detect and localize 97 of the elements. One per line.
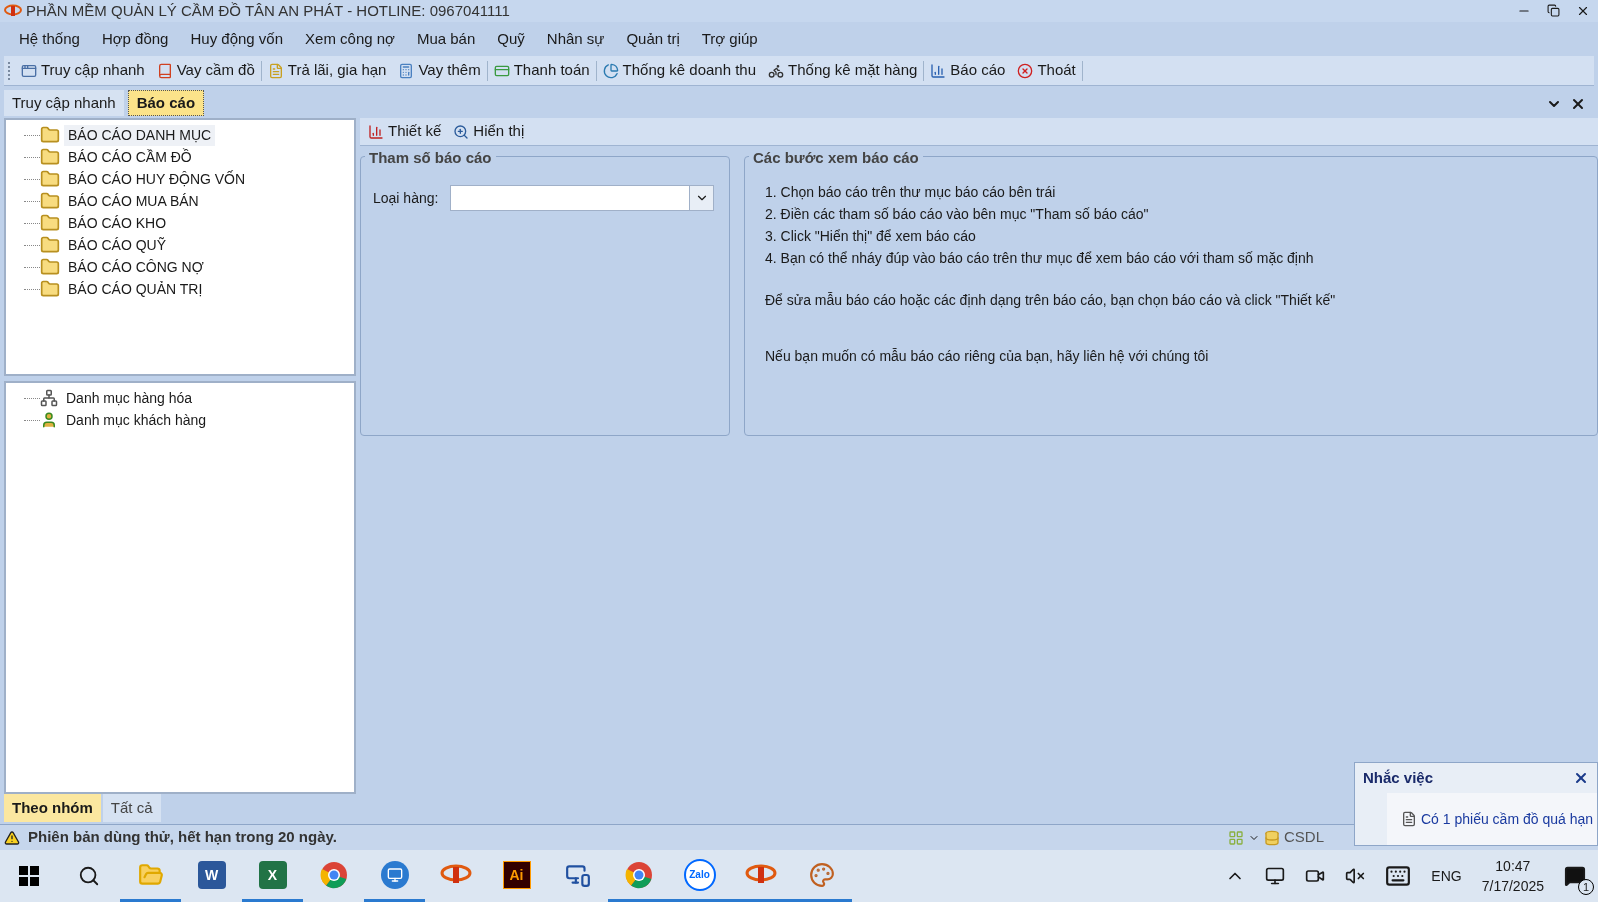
folder-icon — [40, 257, 60, 277]
tree-item[interactable]: BÁO CÁO CẦM ĐỒ — [64, 146, 196, 168]
instruction-text: 3. Click "Hiển thị" để xem báo cáo — [765, 227, 977, 246]
folder-icon — [40, 147, 60, 167]
folder-icon — [40, 125, 60, 145]
hierarchy-icon — [40, 389, 58, 407]
window-title: PHẦN MỀM QUẢN LÝ CẦM ĐỒ TÂN AN PHÁT - HOTLINE: 0967041111 — [26, 0, 510, 21]
palette-icon — [808, 861, 835, 888]
language-indicator[interactable]: ENG — [1431, 865, 1462, 887]
dropdown-field[interactable] — [450, 185, 715, 211]
toolbar-button[interactable]: Trả lãi, gia hạn — [261, 57, 393, 84]
browser-icon — [319, 860, 348, 889]
instruction-text: 2. Điền các tham số báo cáo vào bên mục "Tham số báo cáo" — [765, 205, 1150, 224]
toolbar-button[interactable]: Thống kê mặt hàng — [762, 57, 924, 84]
menu-item[interactable]: Huy động vốn — [179, 23, 295, 55]
toolbar-button[interactable]: Truy cập nhanh — [15, 57, 151, 84]
window-icon — [21, 62, 37, 79]
folder-icon — [40, 279, 60, 299]
taskbar-app[interactable]: Zalo — [669, 850, 730, 902]
instruction-text: 1. Chọn báo cáo trên thư mục báo cáo bên trái — [765, 183, 1057, 202]
pie-icon — [602, 62, 619, 79]
database-label: CSDL — [1284, 827, 1324, 848]
toolbar-button[interactable]: Hiển thị — [449, 120, 529, 143]
toolbar-button[interactable]: Thống kê doanh thu — [596, 57, 763, 84]
toolbar-button[interactable]: Vay thêm — [392, 57, 487, 84]
exit-icon — [1017, 62, 1034, 79]
folder-icon — [137, 861, 164, 888]
toolbar-button[interactable]: Thoát — [1011, 57, 1082, 84]
chart-icon — [930, 62, 947, 79]
toolbar-button[interactable]: Báo cáo — [924, 57, 1012, 84]
calc-icon — [398, 62, 415, 79]
instruction-text: Nếu bạn muốn có mẫu báo cáo riêng của bạn, hãy liên hệ với chúng tôi — [765, 347, 1210, 366]
person-icon — [40, 411, 58, 429]
toolbar-button[interactable]: Thiết kế — [364, 120, 446, 143]
bike-icon — [768, 62, 785, 79]
tree-item[interactable]: BÁO CÁO HUY ĐỘNG VỐN — [64, 168, 250, 190]
tree-item[interactable]: Danh mục khách hàng — [62, 409, 211, 431]
taskbar-app[interactable]: W — [181, 850, 242, 902]
reminder-link[interactable]: Có 1 phiếu cầm đồ quá hạn — [1421, 808, 1593, 830]
folder-icon — [40, 235, 60, 255]
tree-item[interactable]: BÁO CÁO MUA BÁN — [64, 190, 203, 212]
clock[interactable]: 10:47 7/17/2025 — [1481, 856, 1544, 896]
warning-icon — [4, 829, 20, 846]
document-icon: W — [197, 860, 226, 889]
menu-item[interactable]: Nhân sự — [535, 23, 616, 55]
mute-icon[interactable] — [1345, 866, 1366, 886]
database-icon — [1264, 829, 1280, 846]
document-tab[interactable]: Truy cập nhanh — [4, 90, 124, 116]
folder-icon — [40, 213, 60, 233]
field-label: Loại hàng: — [373, 188, 439, 208]
chat-app-icon: Zalo — [683, 858, 716, 891]
status-message: Phiên bản dùng thử, hết hạn trong 20 ngày. — [28, 827, 337, 848]
search-icon — [78, 865, 100, 887]
toolbar-button[interactable]: Thanh toán — [487, 57, 596, 84]
menu-item[interactable]: Hệ thống — [8, 23, 91, 55]
tree-item[interactable]: BÁO CÁO KHO — [64, 212, 171, 234]
instruction-text: Để sửa mẫu báo cáo hoặc các định dạng trên báo cáo, bạn chọn báo cáo và click "Thiết kế" — [765, 291, 1337, 310]
menu-item[interactable]: Quản trị — [615, 23, 691, 55]
toolbar-button[interactable]: Vay cầm đồ — [150, 57, 261, 84]
document-icon — [1401, 811, 1417, 827]
search-icon — [453, 123, 470, 140]
spreadsheet-icon: X — [258, 860, 287, 889]
tree-item[interactable]: BÁO CÁO CÔNG NỢ — [64, 256, 208, 278]
notification-icon[interactable] — [1564, 865, 1586, 887]
menu-item[interactable]: Quỹ — [486, 23, 536, 55]
close-icon[interactable] — [1576, 4, 1590, 18]
folder-icon — [40, 169, 60, 189]
notification-badge: 1 — [1578, 879, 1594, 895]
folder-icon — [40, 191, 60, 211]
illustrator-icon: Ai — [502, 860, 531, 889]
panel-tab[interactable]: Tất cả — [102, 794, 161, 822]
tree-item[interactable]: Danh mục hàng hóa — [62, 387, 197, 409]
popup-title: Nhắc việc — [1363, 767, 1434, 788]
monitor-icon[interactable] — [1265, 866, 1286, 886]
browser-icon — [624, 860, 653, 889]
taskbar-app[interactable]: X — [242, 850, 303, 902]
document-tab[interactable]: Báo cáo — [127, 90, 205, 116]
keyboard-icon[interactable] — [1385, 863, 1412, 889]
instruction-text: 4. Bạn có thể nháy đúp vào báo cáo trên thư mục để xem báo cáo với tham số mặc định — [765, 249, 1315, 268]
windows-icon — [19, 866, 39, 886]
taskbar-app[interactable]: Ai — [486, 850, 547, 902]
close-icon[interactable] — [1573, 770, 1589, 786]
chart-icon — [368, 123, 384, 140]
app-logo-icon — [4, 4, 22, 18]
menu-item[interactable]: Trợ giúp — [690, 23, 769, 55]
menu-item[interactable]: Hợp đồng — [90, 23, 180, 55]
restore-icon[interactable] — [1547, 4, 1560, 17]
menu-item[interactable]: Xem công nợ — [294, 23, 406, 55]
remote-desktop-icon — [380, 860, 409, 889]
tree-item[interactable]: BÁO CÁO DANH MỤC — [64, 124, 216, 146]
close-icon[interactable] — [1570, 96, 1586, 112]
tree-item[interactable]: BÁO CÁO QUẢN TRỊ — [64, 278, 207, 300]
tree-item[interactable]: BÁO CÁO QUỸ — [64, 234, 171, 256]
panel-tab[interactable]: Theo nhóm — [4, 794, 101, 822]
menu-item[interactable]: Mua bán — [405, 23, 487, 55]
note-icon — [267, 62, 284, 79]
book-icon — [156, 62, 173, 79]
